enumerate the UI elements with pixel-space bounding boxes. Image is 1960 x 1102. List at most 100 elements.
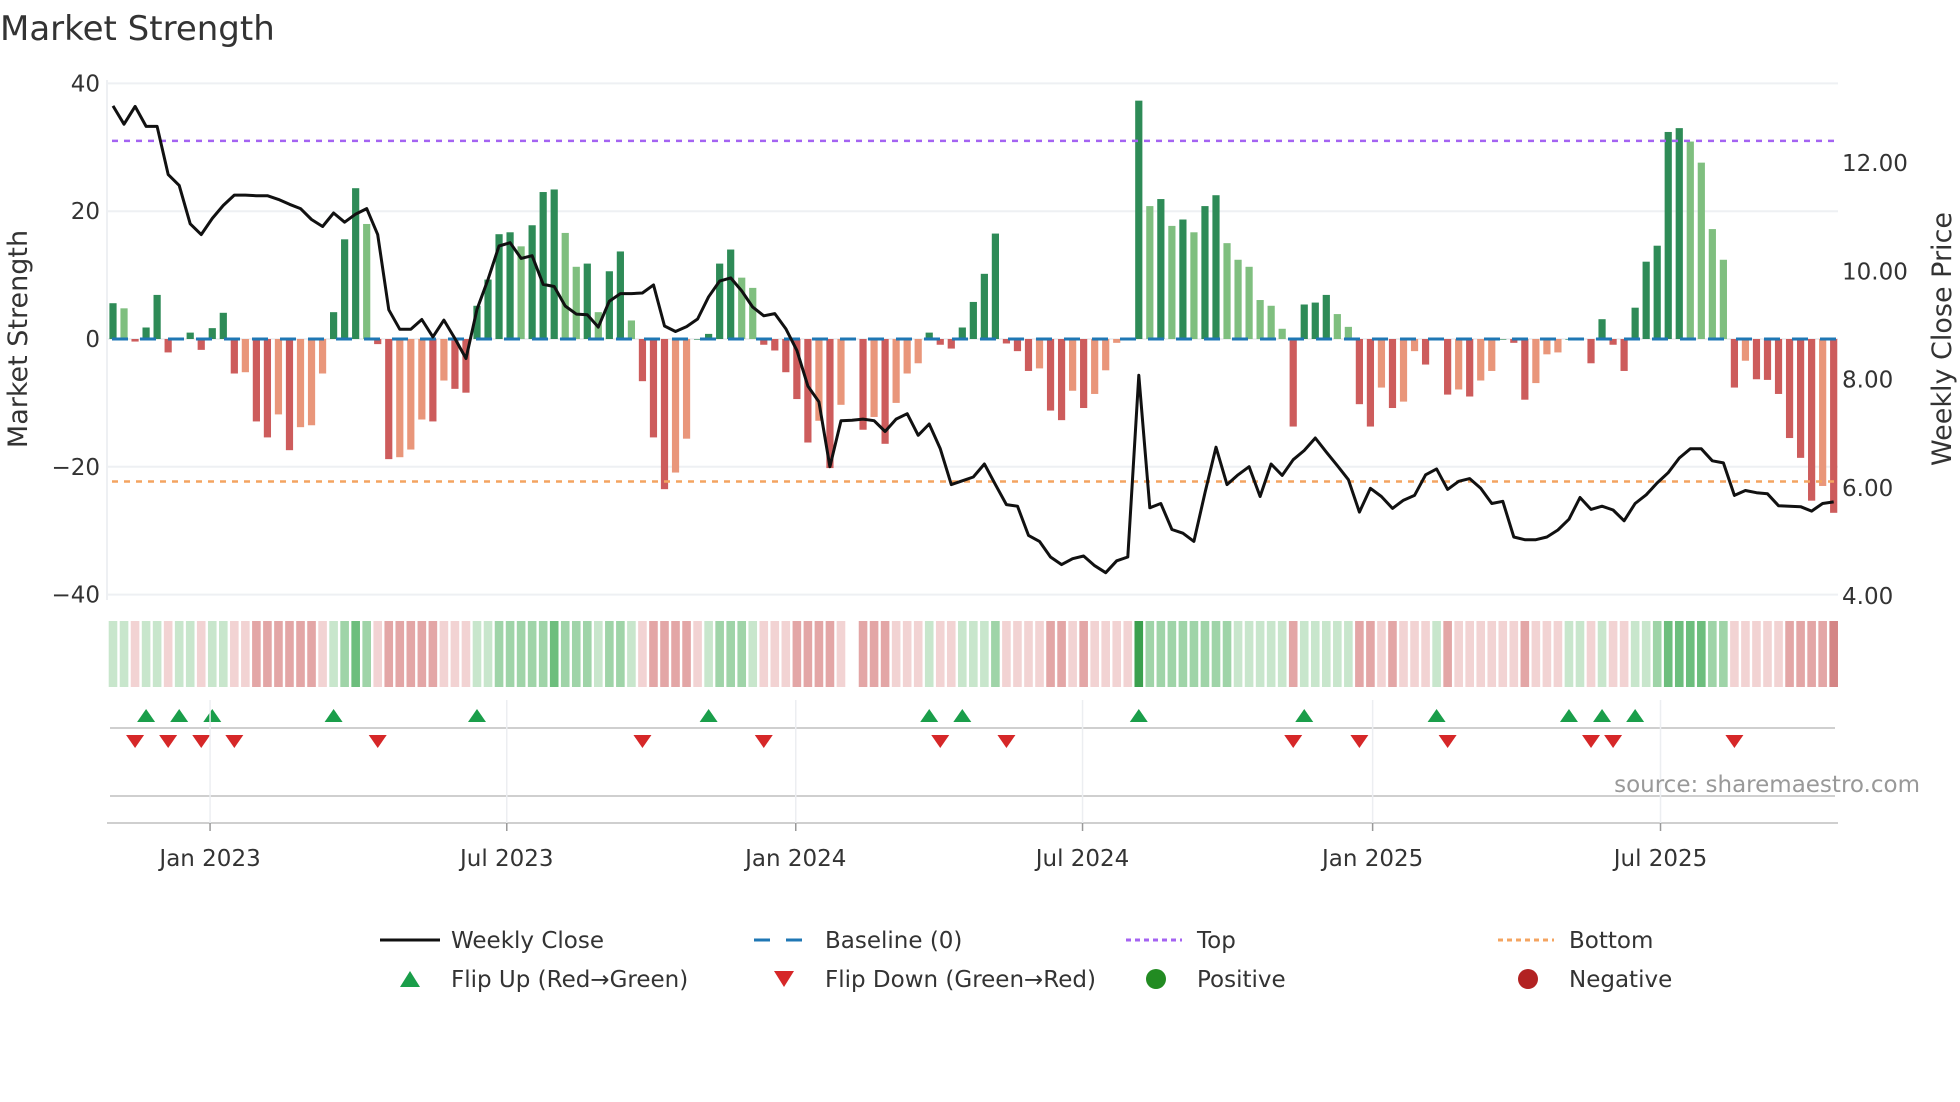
regime-cell: [1652, 621, 1662, 687]
regime-cell: [1344, 621, 1353, 687]
regime-cell: [417, 621, 427, 687]
regime-cell: [1520, 621, 1530, 687]
y2-axis-title: Weekly Close Price: [1927, 212, 1958, 466]
regime-cell: [1255, 621, 1265, 687]
flip-down-marker: [931, 735, 950, 748]
regime-cell: [1366, 621, 1375, 687]
strength-bar: [660, 339, 669, 490]
regime-cell: [1266, 621, 1276, 687]
regime-cell: [1024, 621, 1033, 687]
regime-cell: [880, 621, 890, 687]
regime-cell: [296, 621, 305, 687]
strength-bar: [782, 339, 790, 373]
regime-cell: [538, 621, 548, 687]
regime-cell: [1333, 621, 1342, 687]
strength-bar: [296, 339, 305, 428]
regime-cell: [693, 621, 702, 687]
flip-up-marker: [920, 709, 939, 722]
strength-bar: [1267, 305, 1275, 339]
strength-bar: [285, 339, 294, 451]
strength-bar: [550, 189, 558, 339]
strength-bar: [1830, 339, 1838, 513]
regime-cell: [1796, 621, 1805, 687]
regime-cell: [119, 621, 129, 687]
strength-bar: [1444, 339, 1452, 395]
strength-bar: [1201, 206, 1209, 339]
regime-cell: [770, 621, 780, 687]
regime-cell: [1421, 621, 1430, 687]
strength-bar: [1410, 339, 1419, 352]
flip-down-marker: [633, 735, 652, 748]
regime-cell: [1432, 621, 1441, 687]
legend-label: Weekly Close: [451, 928, 604, 954]
strength-bar: [1046, 339, 1055, 411]
regime-cell: [825, 621, 835, 687]
regime-cell: [1079, 621, 1088, 687]
regime-cell: [1498, 621, 1508, 687]
strength-bar: [1245, 266, 1253, 339]
regime-cell: [759, 621, 769, 687]
regime-cell: [560, 621, 570, 687]
strength-bar: [1113, 339, 1121, 343]
regime-cell: [1244, 621, 1254, 687]
flip-up-marker: [467, 709, 486, 722]
legend-label: Negative: [1569, 967, 1672, 993]
regime-cell: [594, 621, 603, 687]
y2-tick-label: 12.00: [1842, 151, 1908, 177]
flip-up-marker: [1626, 709, 1645, 722]
strength-bar: [517, 246, 525, 339]
regime-cell: [1818, 621, 1827, 687]
strength-bar: [1664, 131, 1672, 339]
regime-cell: [1608, 621, 1618, 687]
regime-cell: [682, 621, 691, 687]
strength-bar: [1455, 339, 1463, 390]
strength-bar: [991, 233, 999, 339]
regime-cell: [869, 621, 879, 687]
strength-bar: [1587, 339, 1595, 364]
regime-cell: [1619, 621, 1629, 687]
regime-cell: [1200, 621, 1210, 687]
y-tick-label: 20: [71, 199, 100, 225]
regime-strip: [108, 621, 1838, 687]
y2-tick-label: 10.00: [1842, 259, 1908, 285]
flip-down-marker: [754, 735, 773, 748]
regime-cell: [1476, 621, 1486, 687]
regime-cell: [946, 621, 956, 687]
y-axis-title: Market Strength: [3, 230, 34, 448]
strength-bar: [1642, 261, 1650, 339]
flip-up-marker: [699, 709, 718, 722]
regime-cell: [1123, 621, 1133, 687]
regime-cell: [1674, 621, 1684, 687]
strength-bar: [197, 339, 205, 350]
strength-bar: [208, 328, 216, 339]
x-tick-label: Jan 2025: [1320, 846, 1423, 872]
legend-item: Flip Down (Green→Red): [774, 967, 1096, 993]
flip-up-marker: [1295, 709, 1314, 722]
regime-cell: [1222, 621, 1232, 687]
regime-cell: [704, 621, 713, 687]
strength-bar: [1300, 304, 1308, 339]
regime-cell: [638, 621, 647, 687]
regime-cell: [1068, 621, 1077, 687]
flip-up-marker: [1593, 709, 1612, 722]
strength-bar: [1399, 339, 1408, 402]
strength-bar: [1311, 302, 1319, 339]
legend-triangle-down-icon: [774, 971, 794, 987]
regime-cell: [230, 621, 239, 687]
regime-cell: [1145, 621, 1155, 687]
strength-bar: [1631, 307, 1639, 339]
strength-bar: [1377, 339, 1386, 388]
regime-cell: [1829, 621, 1838, 687]
regime-cell: [1641, 621, 1651, 687]
strength-bar: [363, 223, 371, 339]
regime-cell: [516, 621, 526, 687]
regime-cell: [1410, 621, 1419, 687]
regime-cell: [1377, 621, 1386, 687]
strength-bar: [153, 294, 161, 339]
regime-cell: [1785, 621, 1794, 687]
regime-cell: [395, 621, 405, 687]
regime-cell: [163, 621, 173, 687]
strength-bar: [1135, 100, 1143, 339]
regime-cell: [1388, 621, 1397, 687]
regime-cell: [1013, 621, 1022, 687]
